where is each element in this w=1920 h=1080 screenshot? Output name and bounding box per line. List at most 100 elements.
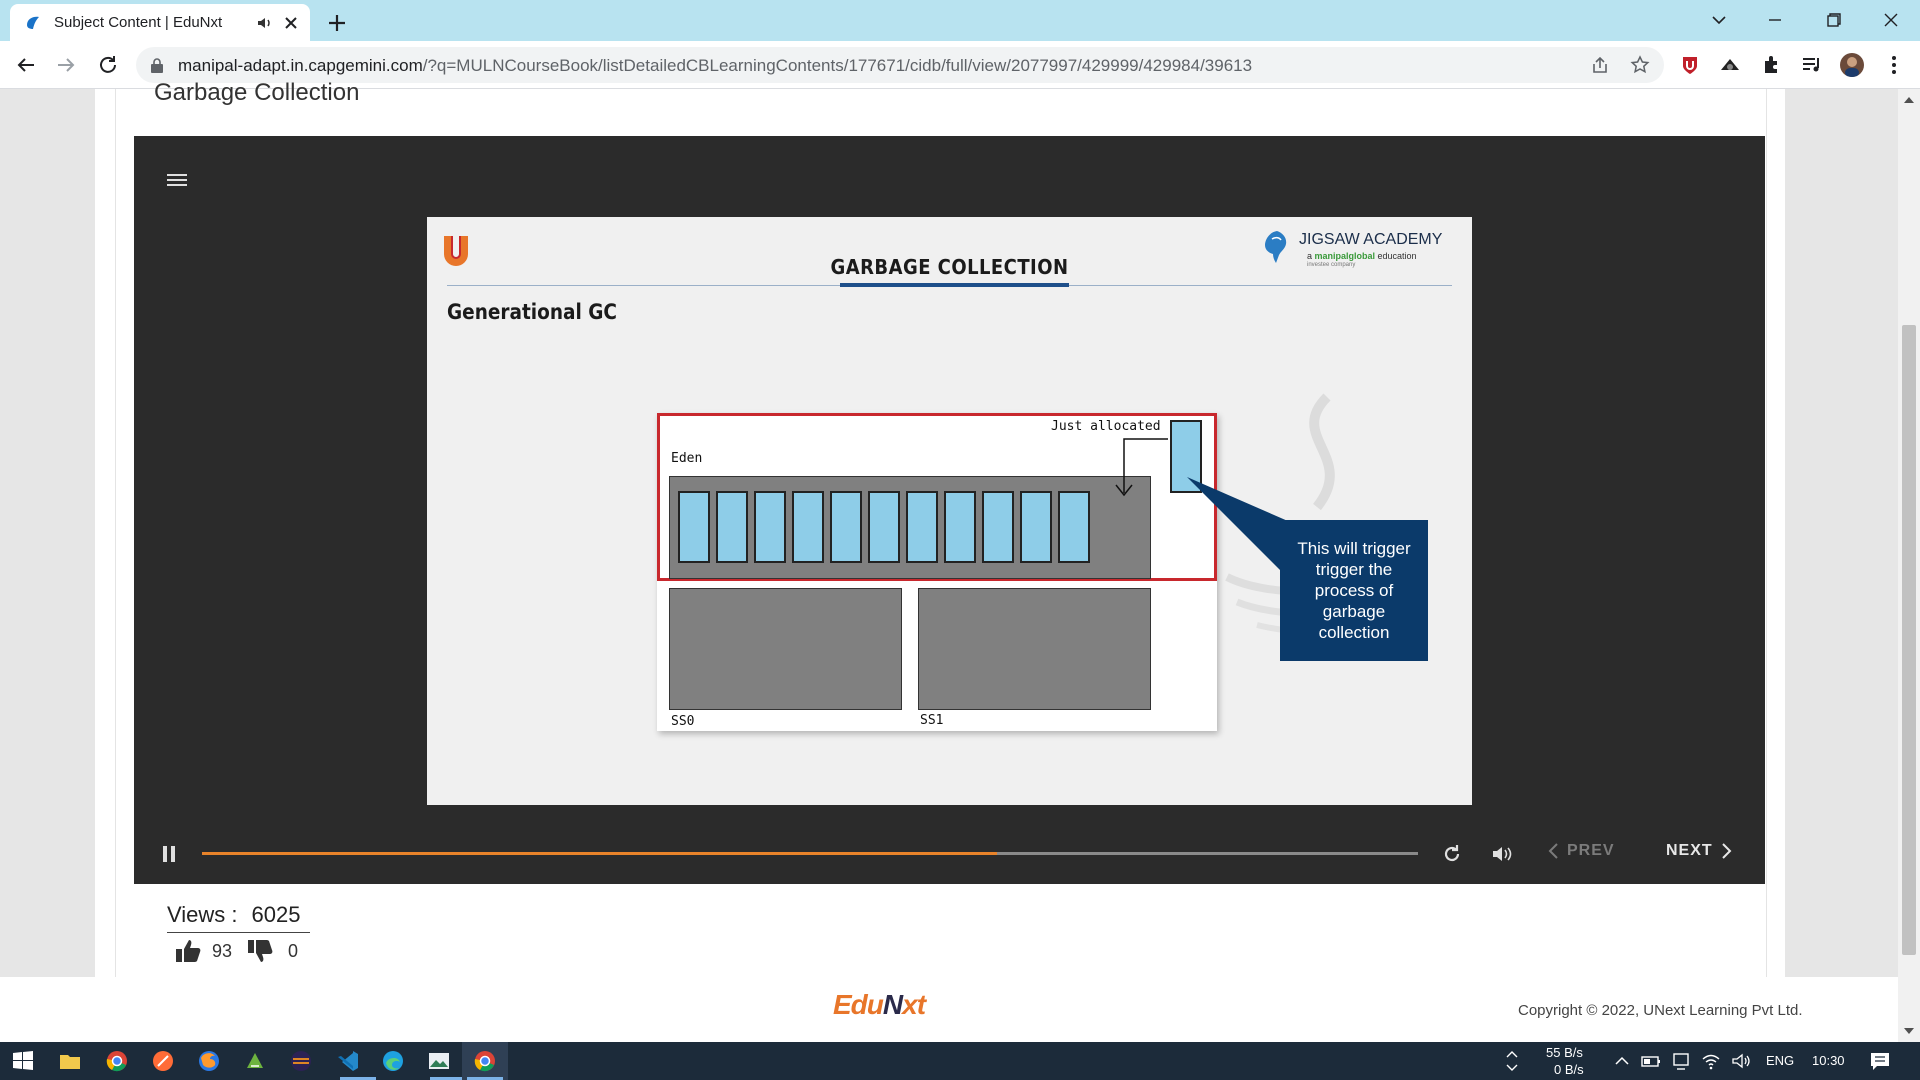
chrome-taskbar-icon[interactable]: [104, 1048, 130, 1074]
media-controls-icon[interactable]: [1800, 53, 1824, 77]
page-content: Garbage Collection GARBAGE COLLECTION JI…: [0, 79, 1920, 1042]
wifi-icon[interactable]: [1700, 1048, 1722, 1074]
tab-search-chevron-icon[interactable]: [1706, 8, 1732, 32]
prev-label: PREV: [1567, 842, 1615, 859]
eden-object-cell: [944, 491, 976, 563]
hamburger-menu-icon[interactable]: [165, 170, 189, 188]
slide-title-underline: [840, 283, 1069, 287]
brand-tiny-text: investee company: [1307, 262, 1356, 268]
scroll-down-arrow-icon[interactable]: [1903, 1026, 1915, 1036]
browser-tab-active[interactable]: Subject Content | EduNxt: [10, 4, 310, 41]
ublock-extension-icon[interactable]: [1678, 53, 1702, 77]
postman-icon[interactable]: [150, 1048, 176, 1074]
eden-object-cell: [1058, 491, 1090, 563]
language-indicator[interactable]: ENG: [1766, 1053, 1794, 1068]
scroll-up-arrow-icon[interactable]: [1903, 95, 1915, 105]
url-text[interactable]: manipal-adapt.in.capgemini.com/?q=MULNCo…: [178, 56, 1252, 76]
video-progress-fill: [202, 852, 998, 855]
notification-center-icon[interactable]: [1868, 1048, 1892, 1074]
video-player[interactable]: GARBAGE COLLECTION JIGSAW ACADEMY a mani…: [134, 136, 1765, 884]
page-footer: EduNxt Copyright © 2022, UNext Learning …: [0, 977, 1898, 1042]
file-explorer-icon[interactable]: [57, 1048, 83, 1074]
photos-icon[interactable]: [426, 1048, 452, 1074]
like-count: 93: [212, 940, 233, 961]
eden-object-cell: [792, 491, 824, 563]
pause-icon[interactable]: [162, 845, 176, 863]
chrome-menu-kebab-icon[interactable]: [1882, 53, 1906, 77]
minimize-window-icon[interactable]: [1762, 8, 1788, 32]
views-count: 6025: [251, 902, 301, 927]
tray-updown-arrows-icon[interactable]: [1502, 1048, 1522, 1074]
lock-icon[interactable]: [150, 57, 164, 73]
generational-heap-diagram: Eden Just allocated SS0 SS1: [657, 413, 1217, 731]
speaker-icon[interactable]: [1730, 1048, 1752, 1074]
scrollbar-thumb[interactable]: [1902, 325, 1916, 955]
chevron-right-icon: [1721, 843, 1732, 859]
ss1-label: SS1: [920, 713, 944, 728]
unext-logo-icon: [444, 236, 468, 266]
url-path: /?q=MULNCourseBook/listDetailedCBLearnin…: [422, 56, 1253, 75]
battery-icon[interactable]: [1640, 1048, 1662, 1074]
logo-part-edu: Edu: [833, 989, 884, 1020]
bookmark-star-icon[interactable]: [1630, 55, 1650, 75]
gc-trigger-callout: This will trigger trigger the process of…: [1280, 520, 1428, 661]
logo-part-xt: xt: [902, 989, 926, 1020]
close-tab-icon[interactable]: [282, 14, 300, 32]
new-tab-plus-icon[interactable]: [324, 10, 350, 36]
eden-label: Eden: [671, 451, 703, 466]
reload-icon[interactable]: [96, 53, 120, 77]
url-host: manipal-adapt.in.capgemini.com: [178, 56, 423, 75]
forward-arrow-icon[interactable]: [54, 53, 78, 77]
edunxt-footer-logo: EduNxt: [833, 989, 926, 1021]
survivor-space-0: [669, 588, 902, 710]
subject-title: Garbage Collection: [154, 79, 360, 106]
network-upload-speed: 55 B/s: [1546, 1045, 1583, 1060]
vscode-icon[interactable]: [335, 1048, 361, 1074]
eden-object-cell: [982, 491, 1014, 563]
address-bar[interactable]: manipal-adapt.in.capgemini.com/?q=MULNCo…: [136, 47, 1664, 83]
restore-window-icon[interactable]: [1820, 8, 1846, 32]
edunxt-favicon-icon: [27, 16, 39, 29]
tab-strip: Subject Content | EduNxt: [0, 0, 1920, 41]
firefox-icon[interactable]: [196, 1048, 222, 1074]
extensions-puzzle-icon[interactable]: [1760, 53, 1784, 77]
chevron-left-icon: [1548, 843, 1558, 859]
clock-time[interactable]: 10:30: [1812, 1053, 1845, 1068]
jigsaw-academy-subline: a manipalglobal education: [1307, 251, 1417, 261]
sts-ide-icon[interactable]: [242, 1048, 268, 1074]
eden-object-cell: [754, 491, 786, 563]
video-progress-bar[interactable]: [202, 852, 1418, 855]
volume-icon[interactable]: [1490, 842, 1514, 866]
brand-sub-prefix: a: [1307, 251, 1315, 261]
tab-audio-playing-icon[interactable]: [256, 14, 274, 32]
page-scrollbar[interactable]: [1898, 89, 1920, 1042]
next-label: NEXT: [1666, 842, 1713, 859]
jigsaw-academy-name: JIGSAW ACADEMY: [1299, 231, 1443, 248]
edge-icon[interactable]: [380, 1048, 406, 1074]
close-window-icon[interactable]: [1878, 8, 1904, 32]
ss0-label: SS0: [671, 714, 695, 729]
display-icon[interactable]: [1670, 1048, 1692, 1074]
windows-start-icon[interactable]: [10, 1048, 36, 1074]
back-arrow-icon[interactable]: [14, 53, 38, 77]
eden-object-cell: [678, 491, 710, 563]
brand-sub-suffix: education: [1375, 251, 1417, 261]
views-counter: Views : 6025: [167, 902, 310, 933]
eden-object-cell: [1020, 491, 1052, 563]
profile-avatar-icon: [1845, 57, 1859, 77]
thumbs-up-icon[interactable]: [174, 937, 202, 965]
extension-2-icon[interactable]: [1718, 53, 1742, 77]
chrome-active-taskbar-icon[interactable]: [472, 1048, 498, 1074]
share-icon[interactable]: [1590, 55, 1610, 75]
eden-object-cell: [716, 491, 748, 563]
eclipse-icon[interactable]: [288, 1048, 314, 1074]
show-hidden-icons-chevron-icon[interactable]: [1612, 1048, 1632, 1074]
dislike-count: 0: [288, 940, 299, 961]
just-allocated-label: Just allocated: [1051, 419, 1161, 434]
prev-button[interactable]: PREV: [1547, 842, 1615, 860]
replay-icon[interactable]: [1440, 842, 1464, 866]
next-button[interactable]: NEXT: [1666, 842, 1733, 860]
thumbs-down-icon[interactable]: [246, 937, 274, 965]
slide-frame: GARBAGE COLLECTION JIGSAW ACADEMY a mani…: [427, 217, 1472, 805]
profile-avatar[interactable]: [1840, 53, 1864, 77]
